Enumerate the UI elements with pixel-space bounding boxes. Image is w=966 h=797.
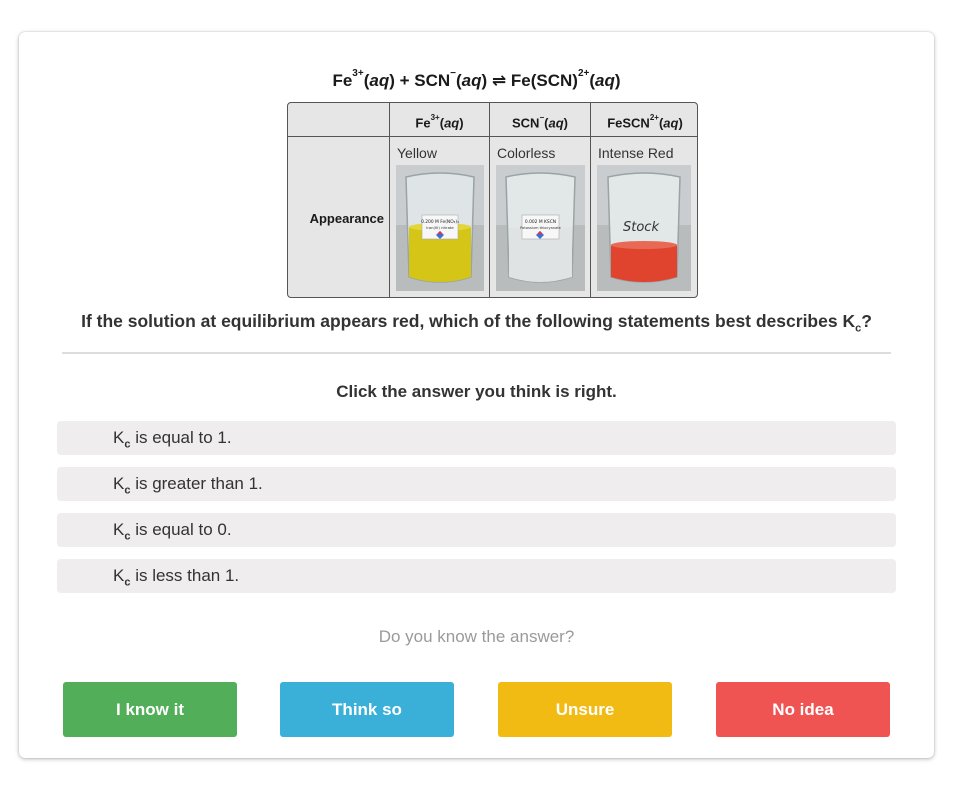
cell-fe-appearance: Yellow 0.200 M Fe(NO₃)₃ Iron(III) nitrat… (390, 137, 490, 297)
colorless-beaker-image: 0.002 M KSCN Potassium thiocyanate (496, 165, 585, 291)
svg-text:Iron(III) nitrate: Iron(III) nitrate (426, 225, 454, 230)
header-fe: Fe3+(aq) (390, 103, 490, 137)
svg-text:Potassium thiocyanate: Potassium thiocyanate (520, 226, 562, 230)
answer-option-4[interactable]: Kc is less than 1. (57, 559, 896, 593)
appearance-table: Fe3+(aq) SCN−(aq) FeSCN2+(aq) Appearance… (287, 102, 698, 298)
answer-option-2[interactable]: Kc is greater than 1. (57, 467, 896, 501)
svg-text:0.002 M KSCN: 0.002 M KSCN (525, 219, 556, 225)
header-scn: SCN−(aq) (490, 103, 591, 137)
answer-option-1[interactable]: Kc is equal to 1. (57, 421, 896, 455)
color-label: Intense Red (598, 145, 674, 161)
question-card: Fe3+(aq) + SCN−(aq) ⇌ Fe(SCN)2+(aq) Fe3+… (19, 32, 934, 758)
think-so-button[interactable]: Think so (280, 682, 454, 737)
question-text: If the solution at equilibrium appears r… (81, 311, 872, 335)
red-beaker-image: Stock (597, 165, 691, 291)
divider (62, 352, 891, 354)
no-idea-button[interactable]: No idea (716, 682, 890, 737)
color-label: Yellow (397, 145, 437, 161)
color-label: Colorless (497, 145, 556, 161)
answer-option-3[interactable]: Kc is equal to 0. (57, 513, 896, 547)
unsure-button[interactable]: Unsure (498, 682, 672, 737)
instruction-text: Click the answer you think is right. (336, 382, 617, 401)
svg-text:Stock: Stock (623, 220, 659, 235)
header-fescn: FeSCN2+(aq) (591, 103, 697, 137)
cell-fescn-appearance: Intense Red Stock (591, 137, 697, 297)
table-corner-cell (288, 103, 390, 137)
i-know-it-button[interactable]: I know it (63, 682, 237, 737)
yellow-beaker-image: 0.200 M Fe(NO₃)₃ Iron(III) nitrate (396, 165, 484, 291)
cell-scn-appearance: Colorless 0.002 M KSCN Potassium thiocya… (490, 137, 591, 297)
confidence-prompt: Do you know the answer? (378, 627, 575, 646)
reaction-equation: Fe3+(aq) + SCN−(aq) ⇌ Fe(SCN)2+(aq) (332, 68, 621, 90)
row-label-appearance: Appearance (288, 137, 390, 297)
